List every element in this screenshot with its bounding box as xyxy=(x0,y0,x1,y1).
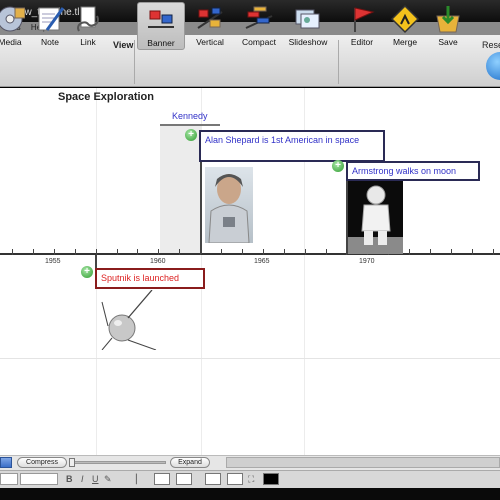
merge-button[interactable]: Merge xyxy=(381,2,429,50)
vertical-icon xyxy=(197,7,223,29)
event-label: Alan Shepard is 1st American in space xyxy=(205,135,360,145)
axis-tick xyxy=(158,249,160,255)
axis-tick xyxy=(116,249,118,255)
axis-tick xyxy=(53,249,55,255)
font-select[interactable] xyxy=(0,473,18,485)
italic-button[interactable]: I xyxy=(81,474,84,484)
banner-label: Banner xyxy=(147,38,175,48)
era-band-kennedy[interactable] xyxy=(160,125,201,253)
axis-tick xyxy=(262,249,264,255)
vertical-label: Vertical xyxy=(196,37,224,47)
axis-tick xyxy=(304,249,306,255)
axis-tick xyxy=(179,249,181,255)
axis-tick xyxy=(283,249,285,255)
sputnik-image xyxy=(101,290,157,350)
window-bottom-edge xyxy=(0,488,500,500)
note-icon xyxy=(38,7,65,31)
event-stem xyxy=(200,162,202,254)
axis-tick-label: 1955 xyxy=(45,258,61,265)
axis-tick-label: 1965 xyxy=(254,258,270,265)
astronaut-portrait-image xyxy=(208,174,250,243)
axis-tick xyxy=(409,249,411,255)
scroll-left-button[interactable] xyxy=(0,457,12,468)
event-label: Sputnik is launched xyxy=(101,273,180,283)
axis-tick xyxy=(137,249,139,255)
expand-event-icon[interactable]: + xyxy=(332,160,344,172)
era-label-kennedy[interactable]: Kennedy xyxy=(172,111,208,121)
zoom-slider[interactable] xyxy=(71,461,166,464)
axis-tick-label: 1960 xyxy=(150,258,166,265)
row-divider xyxy=(0,358,500,359)
axis-tick-label: 1970 xyxy=(359,258,375,265)
axis-tick xyxy=(241,249,243,255)
toolbar-separator xyxy=(134,40,135,84)
media-icon xyxy=(0,6,25,32)
axis-tick xyxy=(430,249,431,255)
save-button[interactable]: Save xyxy=(424,2,472,50)
horizontal-scrollbar[interactable] xyxy=(226,457,500,468)
underline-button[interactable]: U xyxy=(92,474,99,484)
banner-icon xyxy=(148,10,174,28)
rese-group-label: Rese xyxy=(482,40,500,50)
compress-button[interactable]: Compress xyxy=(17,457,67,468)
link-label: Link xyxy=(80,37,96,47)
axis-tick xyxy=(221,249,222,255)
editor-icon xyxy=(354,7,375,32)
compact-icon xyxy=(245,6,273,29)
compact-label: Compact xyxy=(241,37,276,47)
view-group-label: View xyxy=(113,40,134,50)
slideshow-icon xyxy=(295,9,320,29)
axis-tick xyxy=(325,249,327,255)
timeline-title: Space Exploration xyxy=(58,91,154,103)
zoom-slider-thumb[interactable] xyxy=(69,458,75,467)
event-label: Armstrong walks on moon xyxy=(352,166,457,176)
event-sputnik[interactable]: Sputnik is launched xyxy=(95,268,205,289)
fill-color-swatch[interactable] xyxy=(205,473,221,485)
compact-button[interactable]: Compact xyxy=(235,2,283,50)
border-style-icon[interactable] xyxy=(154,473,170,485)
bold-button[interactable]: B xyxy=(66,474,73,484)
text-color-swatch[interactable] xyxy=(227,473,243,485)
axis-tick xyxy=(32,249,34,255)
banner-button[interactable]: Banner xyxy=(137,2,185,50)
photo-armstrong[interactable] xyxy=(348,181,403,254)
editor-button[interactable]: Editor xyxy=(338,2,386,50)
editor-label: Editor xyxy=(350,37,374,47)
line-color-swatch[interactable] xyxy=(263,473,279,485)
axis-tick xyxy=(12,249,13,255)
pen-icon[interactable]: ✎ xyxy=(104,474,112,485)
axis-tick xyxy=(492,249,494,255)
expand-event-icon[interactable]: + xyxy=(185,129,197,141)
line-style-icon[interactable] xyxy=(176,473,192,485)
compress-label: Compress xyxy=(26,459,58,466)
photo-alan-shepard[interactable] xyxy=(205,167,253,243)
axis-tick xyxy=(471,249,473,255)
event-armstrong[interactable]: Armstrong walks on moon xyxy=(346,161,480,181)
save-label: Save xyxy=(438,37,458,47)
expand-event-icon[interactable]: + xyxy=(81,266,93,278)
font-size-select[interactable] xyxy=(20,473,58,485)
merge-label: Merge xyxy=(392,37,418,47)
axis-tick xyxy=(74,249,76,255)
merge-icon xyxy=(390,4,420,34)
expand-button[interactable]: Expand xyxy=(170,457,210,468)
axis-tick xyxy=(450,249,452,255)
event-alan-shepard[interactable]: Alan Shepard is 1st American in space xyxy=(199,130,385,162)
link-button[interactable]: Link xyxy=(64,2,112,50)
paint-bucket-icon[interactable]: ⛶ xyxy=(248,474,254,485)
link-icon xyxy=(77,6,99,32)
moonwalk-image xyxy=(348,185,403,254)
align-icon[interactable]: ▏ xyxy=(136,474,143,485)
expand-label: Expand xyxy=(178,459,202,466)
save-icon xyxy=(436,6,460,33)
era-band-line xyxy=(160,124,220,126)
slideshow-button[interactable]: Slideshow xyxy=(284,2,332,50)
slideshow-label: Slideshow xyxy=(288,37,328,47)
photo-sputnik[interactable] xyxy=(98,290,158,350)
vertical-button[interactable]: Vertical xyxy=(186,2,234,50)
